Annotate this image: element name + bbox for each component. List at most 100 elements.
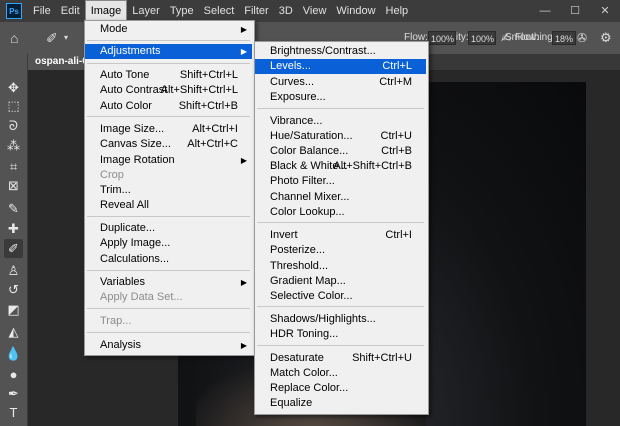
menu-item-canvas-size[interactable]: Canvas Size... Alt+Ctrl+C [85,137,252,152]
menu-item-brightness-contrast[interactable]: Brightness/Contrast... [255,44,426,59]
menu-item-label: Shadows/Highlights... [270,313,376,325]
blur-icon[interactable]: 💧 [4,344,23,363]
close-button[interactable]: ✕ [590,0,620,22]
menu-item-gradient-map[interactable]: Gradient Map... [255,274,426,289]
tools-panel: ✥ ⬚ ᘐ ⁂ ⌗ ⊠ ✎ ✚ ✐ ♙ ↺ ◩ ◭ 💧 ● ✒ T [0,54,28,426]
brush-preset-icon[interactable]: ✐ [46,22,58,54]
menu-separator [257,306,424,307]
menu-item-mode[interactable]: Mode ▶ [85,22,252,37]
menu-item-label: Photo Filter... [270,175,335,187]
maximize-button[interactable]: ☐ [560,0,590,22]
menu-item-channel-mixer[interactable]: Channel Mixer... [255,190,426,205]
paint-bucket-icon[interactable]: ◭ [4,322,23,341]
menu-item-shadows-highlights[interactable]: Shadows/Highlights... [255,312,426,327]
menu-item-exposure[interactable]: Exposure... [255,90,426,105]
move-icon[interactable]: ✥ [4,78,23,97]
menu-item-trim[interactable]: Trim... [85,183,252,198]
menu-separator [87,308,250,309]
menu-image[interactable]: Image [84,0,128,22]
menu-3d[interactable]: 3D [274,0,298,22]
eyedropper-icon[interactable]: ✎ [4,199,23,218]
menu-item-label: Equalize [270,397,313,409]
marquee-icon[interactable]: ⬚ [4,96,23,115]
menu-select[interactable]: Select [199,0,240,22]
minimize-button[interactable]: — [530,0,560,22]
menu-item-hdr-toning[interactable]: HDR Toning... [255,327,426,342]
eraser-icon[interactable]: ◩ [4,300,23,319]
history-brush-icon[interactable]: ↺ [4,280,23,299]
menu-item-selective-color[interactable]: Selective Color... [255,289,426,304]
menu-item-label: Invert [270,229,298,241]
menu-file[interactable]: File [28,0,56,22]
menu-item-label: Auto Tone [100,69,150,81]
menu-item-reveal-all[interactable]: Reveal All [85,198,252,213]
smoothing-label: Smoothing: [505,32,556,43]
menu-window[interactable]: Window [331,0,380,22]
menu-help[interactable]: Help [381,0,414,22]
type-icon[interactable]: T [4,403,23,422]
menu-type[interactable]: Type [165,0,199,22]
menu-item-levels[interactable]: Levels... Ctrl+L [255,59,426,74]
pen-icon[interactable]: ✒ [4,384,23,403]
menu-item-duplicate[interactable]: Duplicate... [85,221,252,236]
dodge-icon[interactable]: ● [4,365,23,384]
home-icon[interactable]: ⌂ [10,22,18,54]
clone-stamp-icon[interactable]: ♙ [4,261,23,280]
menu-item-image-size[interactable]: Image Size... Alt+Ctrl+I [85,122,252,137]
menu-item-desaturate[interactable]: Desaturate Shift+Ctrl+U [255,351,426,366]
smoothing-field[interactable]: 18% [552,31,576,45]
menu-item-label: Canvas Size... [100,138,171,150]
menu-item-shortcut: Ctrl+M [379,76,412,88]
healing-brush-icon[interactable]: ✚ [4,219,23,238]
menu-item-label: Match Color... [270,367,338,379]
menu-separator [257,345,424,346]
crop-icon[interactable]: ⌗ [4,157,23,176]
menu-item-posterize[interactable]: Posterize... [255,243,426,258]
menu-item-black-white[interactable]: Black & White... Alt+Shift+Ctrl+B [255,159,426,174]
menu-item-shortcut: Ctrl+B [381,145,412,157]
chevron-down-icon[interactable]: ▾ [64,22,68,54]
flow-field[interactable]: 100% [428,31,456,45]
menu-item-photo-filter[interactable]: Photo Filter... [255,174,426,189]
menu-item-auto-tone[interactable]: Auto Tone Shift+Ctrl+L [85,68,252,83]
menu-item-invert[interactable]: Invert Ctrl+I [255,228,426,243]
menu-item-apply-image[interactable]: Apply Image... [85,236,252,251]
menu-item-label: Hue/Saturation... [270,130,353,142]
airbrush-icon[interactable]: ✇ [577,22,587,54]
menu-item-variables[interactable]: Variables ▶ [85,275,252,290]
settings-gear-icon[interactable]: ⚙ [600,22,612,54]
menu-item-equalize[interactable]: Equalize [255,396,426,411]
menu-item-color-lookup[interactable]: Color Lookup... [255,205,426,220]
menu-item-label: Variables [100,276,146,288]
menu-item-calculations[interactable]: Calculations... [85,252,252,267]
menu-item-label: Mode [100,23,128,35]
menu-view[interactable]: View [298,0,332,22]
submenu-arrow-icon: ▶ [240,156,247,165]
menu-item-auto-contrast[interactable]: Auto Contrast Alt+Shift+Ctrl+L [85,83,252,98]
menu-filter[interactable]: Filter [239,0,273,22]
menu-item-vibrance[interactable]: Vibrance... [255,114,426,129]
menu-item-label: Brightness/Contrast... [270,45,376,57]
frame-icon[interactable]: ⊠ [4,176,23,195]
opacity-field[interactable]: 100% [468,31,496,45]
menu-edit[interactable]: Edit [56,0,85,22]
menu-item-label: HDR Toning... [270,328,339,340]
menu-item-auto-color[interactable]: Auto Color Shift+Ctrl+B [85,99,252,114]
menu-item-shortcut: Shift+Ctrl+L [179,69,238,81]
menu-item-image-rotation[interactable]: Image Rotation ▶ [85,153,252,168]
menu-item-shortcut: Ctrl+U [380,130,412,142]
menu-item-adjustments[interactable]: Adjustments ▶ [85,44,252,59]
menu-item-hue-saturation[interactable]: Hue/Saturation... Ctrl+U [255,129,426,144]
menu-item-color-balance[interactable]: Color Balance... Ctrl+B [255,144,426,159]
menu-item-threshold[interactable]: Threshold... [255,259,426,274]
menu-item-match-color[interactable]: Match Color... [255,366,426,381]
menu-layer[interactable]: Layer [127,0,165,22]
menu-item-replace-color[interactable]: Replace Color... [255,381,426,396]
brush-icon[interactable]: ✐ [4,239,23,258]
lasso-icon[interactable]: ᘐ [4,116,23,135]
menu-item-label: Levels... [270,60,311,72]
magic-wand-icon[interactable]: ⁂ [4,136,23,155]
menu-item-analysis[interactable]: Analysis ▶ [85,338,252,353]
menu-item-curves[interactable]: Curves... Ctrl+M [255,75,426,90]
submenu-arrow-icon: ▶ [240,47,247,56]
